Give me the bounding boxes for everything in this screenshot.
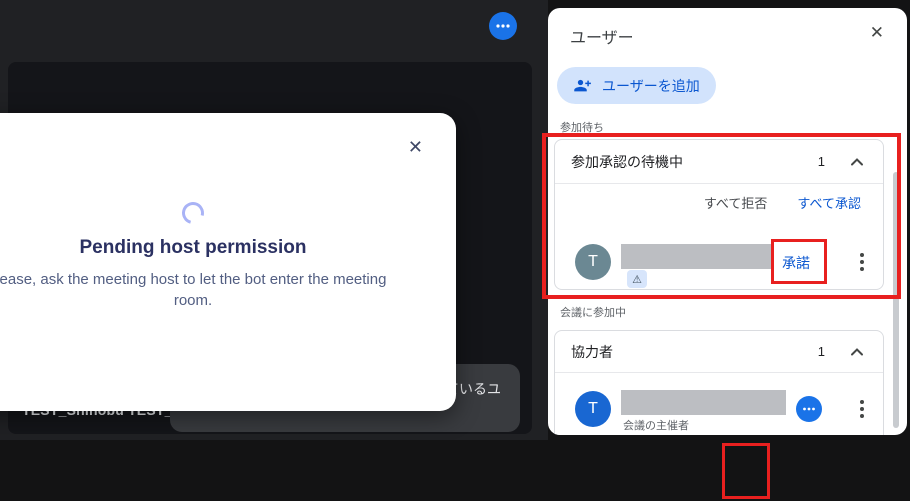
meet-window: TEST_Shinobu TEST_ ているユ ✕ Pending host p… <box>0 0 910 501</box>
add-user-button[interactable]: ユーザーを追加 <box>557 67 716 104</box>
panel-title: ユーザー <box>570 30 634 47</box>
dialog-title: Pending host permission <box>79 237 307 258</box>
host-role-label: 会議の主催者 <box>623 420 689 432</box>
bulk-actions-row: すべて拒否 すべて承認 <box>555 184 883 220</box>
control-toolbar: tl;dv <box>0 440 910 501</box>
host-more-options-button[interactable] <box>796 396 822 422</box>
chevron-up-icon[interactable] <box>847 342 867 362</box>
dialog-body: ease, ask the meeting host to let the bo… <box>0 269 456 311</box>
waiting-user-name-redacted <box>621 244 771 269</box>
in-meeting-section-label: 会議に参加中 <box>560 307 626 319</box>
collab-card-count: 1 <box>817 344 825 359</box>
waiting-card-header[interactable]: 参加承認の待機中 1 <box>555 140 883 184</box>
dialog-body-line2: room. <box>173 292 213 309</box>
three-dots-icon <box>803 407 815 411</box>
chevron-up-icon[interactable] <box>847 152 867 172</box>
host-avatar: T <box>575 391 611 427</box>
host-name-redacted <box>621 390 786 415</box>
collab-card-header[interactable]: 協力者 1 <box>555 331 883 373</box>
waiting-approval-card: 参加承認の待機中 1 すべて拒否 すべて承認 T ⚠ 承諾 <box>554 139 884 290</box>
dialog-body-line1: ease, ask the meeting host to let the bo… <box>0 271 387 288</box>
collaborators-card: 協力者 1 T 会議の主催者 <box>554 330 884 435</box>
add-user-label: ユーザーを追加 <box>602 77 700 94</box>
approve-all-button[interactable]: すべて承認 <box>797 193 861 212</box>
warning-icon: ⚠ <box>627 270 647 288</box>
waiting-card-count: 1 <box>817 154 825 169</box>
reject-all-button[interactable]: すべて拒否 <box>704 193 768 212</box>
three-dots-icon <box>496 24 510 28</box>
waiting-user-kebab-icon[interactable] <box>853 247 871 277</box>
host-kebab-icon[interactable] <box>853 394 871 424</box>
waiting-section-label: 参加待ち <box>560 122 604 134</box>
dialog-close-icon[interactable]: ✕ <box>408 137 423 158</box>
panel-scrollbar[interactable] <box>893 172 899 428</box>
users-panel: ユーザー ✕ ユーザーを追加 参加待ち 参加承認の待機中 1 すべて拒否 すべて… <box>548 8 907 435</box>
pending-permission-dialog: ✕ Pending host permission ease, ask the … <box>0 113 456 411</box>
panel-close-icon[interactable]: ✕ <box>870 23 884 43</box>
waiting-card-title: 参加承認の待機中 <box>571 153 683 170</box>
accept-button[interactable]: 承諾 <box>782 253 810 273</box>
person-add-icon <box>574 79 591 91</box>
collab-card-title: 協力者 <box>571 343 613 360</box>
loading-spinner-icon <box>177 197 209 229</box>
waiting-user-avatar: T <box>575 244 611 280</box>
tile-more-options-button[interactable] <box>489 12 517 40</box>
